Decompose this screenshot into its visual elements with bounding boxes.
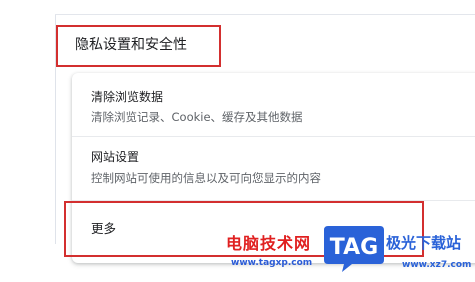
watermark-left-text: 电脑技术网 — [226, 234, 312, 253]
site-settings-subtitle: 控制网站可使用的信息以及可向您显示的内容 — [91, 171, 321, 185]
tag-logo-icon: TAG — [324, 226, 384, 272]
watermark-right-url: www.xz7.com — [402, 260, 472, 270]
title-highlight-box — [56, 25, 221, 67]
watermark-right-text: 极光下载站 — [386, 234, 462, 252]
site-settings-item[interactable]: 网站设置 控制网站可使用的信息以及可向您显示的内容 — [72, 137, 475, 200]
svg-text:TAG: TAG — [330, 235, 378, 260]
clear-browsing-data-subtitle: 清除浏览记录、Cookie、缓存及其他数据 — [91, 110, 303, 124]
settings-screenshot: 隐私设置和安全性 清除浏览数据 清除浏览记录、Cookie、缓存及其他数据 网站… — [0, 0, 475, 282]
frame-border-top — [55, 14, 475, 15]
clear-browsing-data-title: 清除浏览数据 — [91, 90, 164, 104]
clear-browsing-data-item[interactable]: 清除浏览数据 清除浏览记录、Cookie、缓存及其他数据 — [72, 73, 475, 136]
watermark-left-url: www.tagxp.com — [231, 258, 313, 268]
site-settings-title: 网站设置 — [91, 150, 140, 164]
